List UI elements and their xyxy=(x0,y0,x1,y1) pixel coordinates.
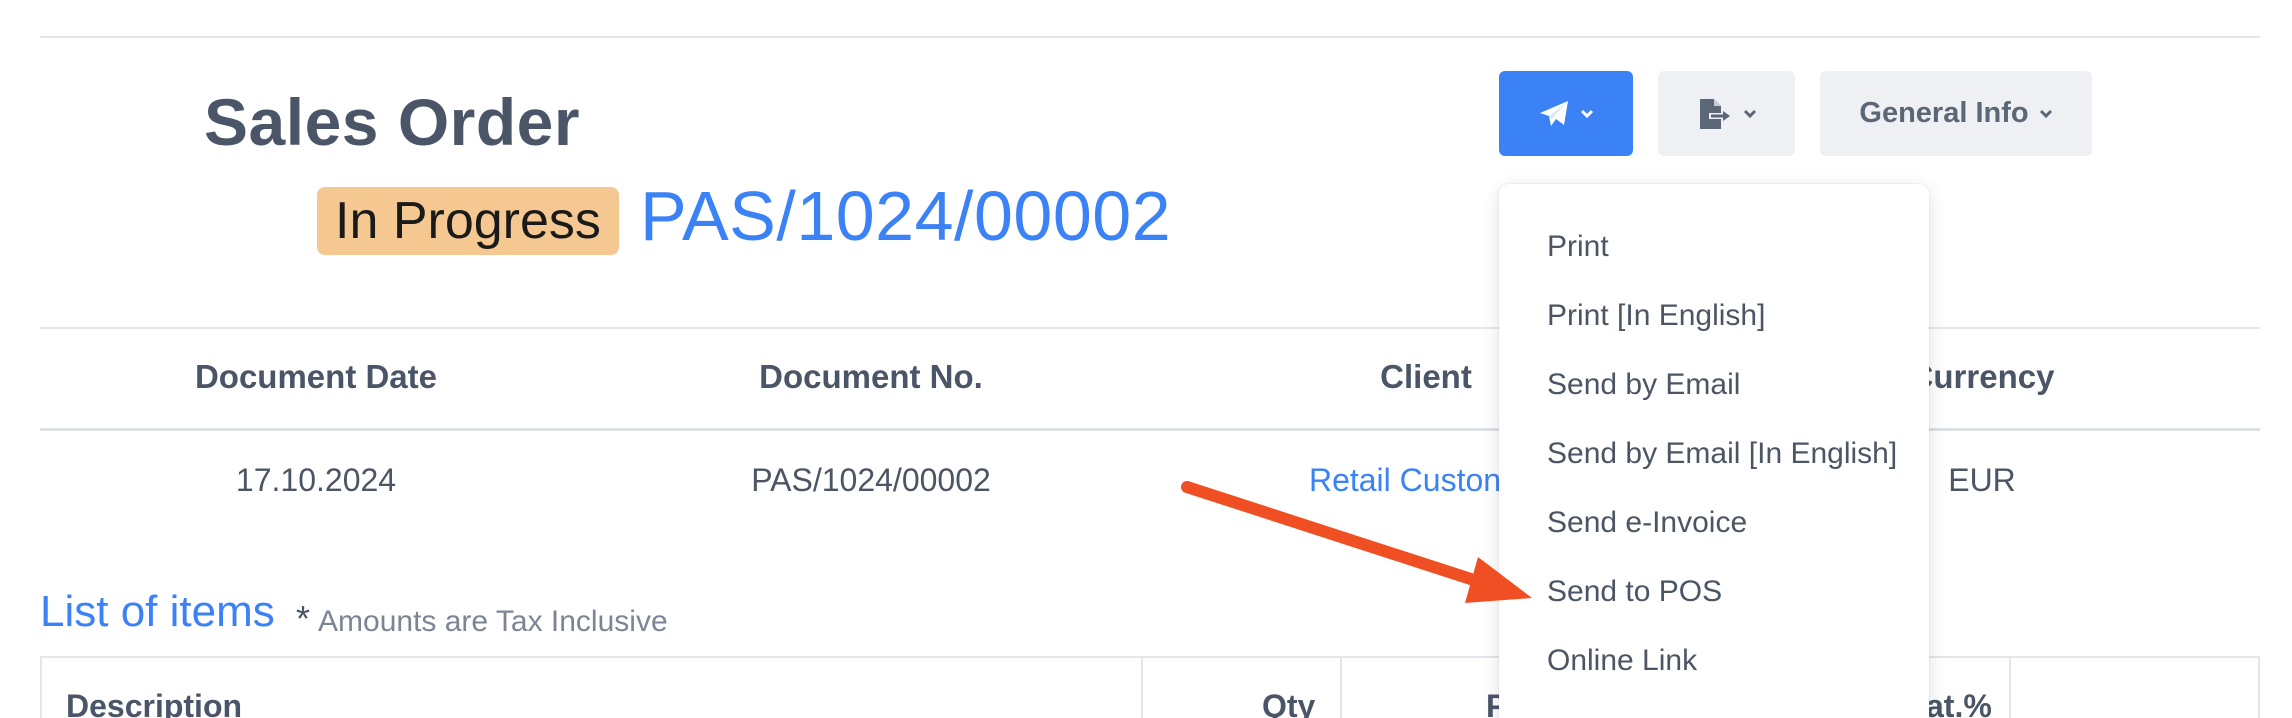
page: Sales Order In Progress PAS/1024/00002 G… xyxy=(0,0,2292,718)
annotation-arrow-icon xyxy=(1181,481,1532,603)
